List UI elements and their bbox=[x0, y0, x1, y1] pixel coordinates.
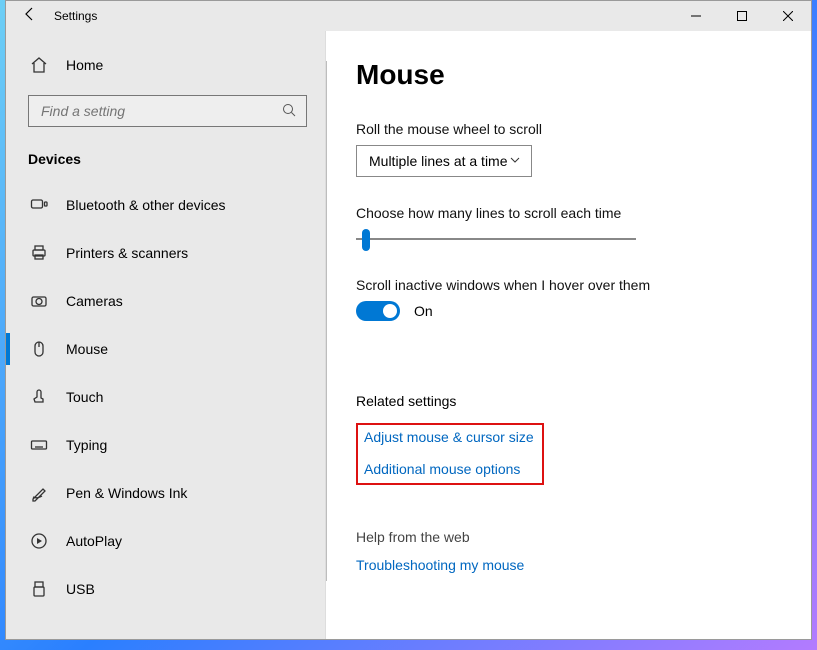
inactive-scroll-toggle[interactable] bbox=[356, 301, 400, 321]
autoplay-icon bbox=[30, 532, 48, 550]
pen-icon bbox=[30, 484, 48, 502]
toggle-state-label: On bbox=[414, 303, 433, 319]
scroll-wheel-label: Roll the mouse wheel to scroll bbox=[356, 121, 811, 137]
sidebar-home-label: Home bbox=[66, 57, 103, 73]
sidebar-item-autoplay[interactable]: AutoPlay bbox=[6, 517, 325, 565]
sidebar-item-cameras[interactable]: Cameras bbox=[6, 277, 325, 325]
keyboard-icon bbox=[30, 436, 48, 454]
highlight-box: Adjust mouse & cursor size Additional mo… bbox=[356, 423, 544, 485]
lines-scroll-label: Choose how many lines to scroll each tim… bbox=[356, 205, 811, 221]
settings-window: Settings Home bbox=[5, 0, 812, 640]
minimize-button[interactable] bbox=[673, 1, 719, 31]
sidebar-item-label: Mouse bbox=[66, 341, 108, 357]
sidebar-section-title: Devices bbox=[6, 145, 325, 181]
lines-scroll-slider[interactable] bbox=[356, 229, 636, 249]
titlebar: Settings bbox=[6, 1, 811, 31]
sidebar-item-label: Printers & scanners bbox=[66, 245, 188, 261]
slider-thumb[interactable] bbox=[362, 229, 370, 251]
sidebar-item-pen[interactable]: Pen & Windows Ink bbox=[6, 469, 325, 517]
sidebar-item-label: Typing bbox=[66, 437, 107, 453]
mouse-icon bbox=[30, 340, 48, 358]
usb-icon bbox=[30, 580, 48, 598]
close-button[interactable] bbox=[765, 1, 811, 31]
scroll-indicator[interactable] bbox=[326, 61, 327, 581]
slider-track bbox=[356, 238, 636, 240]
camera-icon bbox=[30, 292, 48, 310]
sidebar: Home Devices Bluetooth & other devices bbox=[6, 31, 326, 639]
link-additional-options[interactable]: Additional mouse options bbox=[364, 461, 520, 477]
sidebar-item-label: Touch bbox=[66, 389, 103, 405]
search-icon bbox=[282, 103, 296, 120]
sidebar-item-usb[interactable]: USB bbox=[6, 565, 325, 613]
sidebar-item-label: AutoPlay bbox=[66, 533, 122, 549]
sidebar-item-typing[interactable]: Typing bbox=[6, 421, 325, 469]
page-title: Mouse bbox=[356, 59, 811, 91]
help-title: Help from the web bbox=[356, 529, 811, 545]
sidebar-item-label: USB bbox=[66, 581, 95, 597]
scroll-mode-value: Multiple lines at a time bbox=[369, 153, 508, 169]
printer-icon bbox=[30, 244, 48, 262]
sidebar-item-bluetooth[interactable]: Bluetooth & other devices bbox=[6, 181, 325, 229]
bluetooth-icon bbox=[30, 196, 48, 214]
sidebar-item-touch[interactable]: Touch bbox=[6, 373, 325, 421]
link-troubleshooting[interactable]: Troubleshooting my mouse bbox=[356, 557, 524, 573]
inactive-scroll-label: Scroll inactive windows when I hover ove… bbox=[356, 277, 811, 293]
sidebar-item-label: Pen & Windows Ink bbox=[66, 485, 187, 501]
chevron-down-icon bbox=[509, 153, 521, 169]
window-title: Settings bbox=[54, 9, 97, 23]
touch-icon bbox=[30, 388, 48, 406]
main-panel: Mouse Roll the mouse wheel to scroll Mul… bbox=[326, 31, 811, 639]
scroll-mode-dropdown[interactable]: Multiple lines at a time bbox=[356, 145, 532, 177]
search-input[interactable] bbox=[39, 102, 282, 120]
sidebar-item-printers[interactable]: Printers & scanners bbox=[6, 229, 325, 277]
sidebar-item-label: Cameras bbox=[66, 293, 123, 309]
sidebar-item-mouse[interactable]: Mouse bbox=[6, 325, 325, 373]
search-box[interactable] bbox=[28, 95, 307, 127]
sidebar-item-label: Bluetooth & other devices bbox=[66, 197, 226, 213]
maximize-button[interactable] bbox=[719, 1, 765, 31]
home-icon bbox=[30, 56, 48, 74]
content-area: Home Devices Bluetooth & other devices bbox=[6, 31, 811, 639]
related-settings-title: Related settings bbox=[356, 393, 811, 409]
link-adjust-cursor[interactable]: Adjust mouse & cursor size bbox=[364, 429, 534, 445]
back-button[interactable] bbox=[6, 6, 54, 27]
sidebar-home[interactable]: Home bbox=[6, 41, 325, 89]
